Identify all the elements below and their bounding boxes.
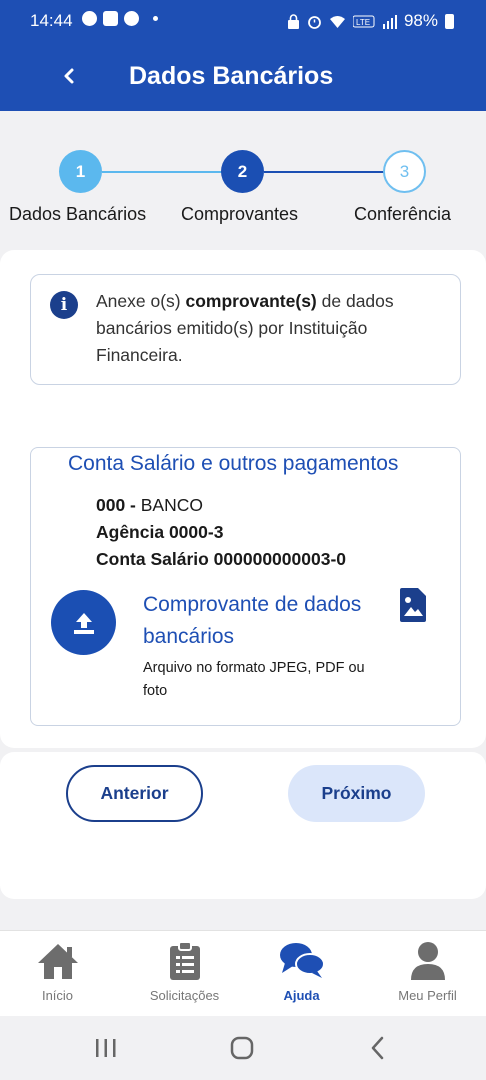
account-box: Conta Salário e outros pagamentos 000 - … <box>30 447 461 726</box>
home-circle-icon <box>230 1036 254 1060</box>
status-bar: 14:44 LTE 98% <box>0 0 486 44</box>
previous-button[interactable]: Anterior <box>66 765 203 822</box>
chevron-left-icon <box>64 68 74 84</box>
nav-item-ajuda[interactable]: Ajuda <box>241 931 362 1017</box>
info-icon: i <box>50 291 78 319</box>
lock-icon <box>287 13 299 29</box>
upload-subtitle: Arquivo no formato JPEG, PDF ou foto <box>143 660 365 699</box>
nav-item-solicitacoes[interactable]: Solicitações <box>124 931 245 1017</box>
more-notifications-icon <box>153 16 158 21</box>
account-icon <box>124 11 139 26</box>
home-icon <box>37 944 78 979</box>
system-nav-bar <box>0 1016 486 1080</box>
person-icon <box>410 942 445 980</box>
main-card: i Anexe o(s) comprovante(s) de dados ban… <box>0 250 486 748</box>
status-time: 14:44 <box>30 11 73 30</box>
step-3-circle: 3 <box>383 150 426 193</box>
system-icons: LTE 98% <box>287 11 454 31</box>
system-back-button[interactable] <box>358 1034 398 1062</box>
step-2-label: Comprovantes <box>181 204 299 224</box>
svg-text:LTE: LTE <box>356 18 370 27</box>
nav-label-meu-perfil: Meu Perfil <box>398 988 457 1003</box>
info-box: i Anexe o(s) comprovante(s) de dados ban… <box>30 274 461 385</box>
bank-line: 000 - BANCO <box>96 495 203 516</box>
wifi-icon <box>329 15 345 28</box>
step-3-label: Conferência <box>354 204 452 224</box>
nav-label-solicitacoes: Solicitações <box>149 988 220 1003</box>
signal-icon <box>382 14 397 29</box>
nav-label-inicio: Início <box>41 988 74 1003</box>
account-title: Conta Salário e outros pagamentos <box>68 452 399 475</box>
bank-name: BANCO <box>135 495 203 515</box>
info-text: Anexe o(s) comprovante(s) de dados bancá… <box>96 288 441 369</box>
image-file-icon[interactable] <box>400 588 426 622</box>
step-2-circle: 2 <box>221 150 264 193</box>
notification-icons <box>82 11 158 26</box>
notification-app-icon <box>103 11 118 26</box>
step-connector-2 <box>264 171 384 173</box>
bank-code: 000 - <box>96 495 136 515</box>
whatsapp-icon <box>82 11 97 26</box>
bottom-nav: Início Solicitações Ajuda Meu Perfil <box>0 930 486 1016</box>
nav-item-inicio[interactable]: Início <box>0 931 118 1017</box>
battery-level: 98% <box>403 11 438 30</box>
recent-apps-button[interactable] <box>86 1034 126 1062</box>
step-1-label: Dados Bancários <box>9 204 147 224</box>
upload-button[interactable] <box>51 590 116 655</box>
agency-line: Agência 0000-3 <box>96 522 224 542</box>
recent-apps-icon <box>96 1039 116 1057</box>
clipboard-icon <box>169 941 200 980</box>
page-title: Dados Bancários <box>129 62 334 90</box>
upload-title: Comprovante de dados bancários <box>143 593 362 648</box>
battery-icon <box>445 13 454 29</box>
home-button[interactable] <box>222 1034 262 1062</box>
upload-icon <box>73 612 94 634</box>
info-text-start: Anexe o(s) <box>96 291 186 311</box>
step-1-circle: 1 <box>59 150 102 193</box>
chat-icon <box>279 943 325 978</box>
nav-item-meu-perfil[interactable]: Meu Perfil <box>367 931 486 1017</box>
nav-label-ajuda: Ajuda <box>283 988 320 1003</box>
account-line: Conta Salário 000000000003-0 <box>96 549 347 569</box>
app-bar: Dados Bancários <box>0 44 486 111</box>
actions-card: Anterior Próximo <box>0 752 486 899</box>
step-connector-1 <box>102 171 222 173</box>
stepper: 1 2 3 Dados Bancários Comprovantes Confe… <box>0 150 486 230</box>
alarm-icon <box>308 15 321 29</box>
back-button[interactable] <box>54 58 84 94</box>
volte-icon: LTE <box>352 15 375 27</box>
next-button[interactable]: Próximo <box>288 765 425 822</box>
info-text-bold: comprovante(s) <box>185 291 317 311</box>
back-arrow-icon <box>371 1036 384 1060</box>
